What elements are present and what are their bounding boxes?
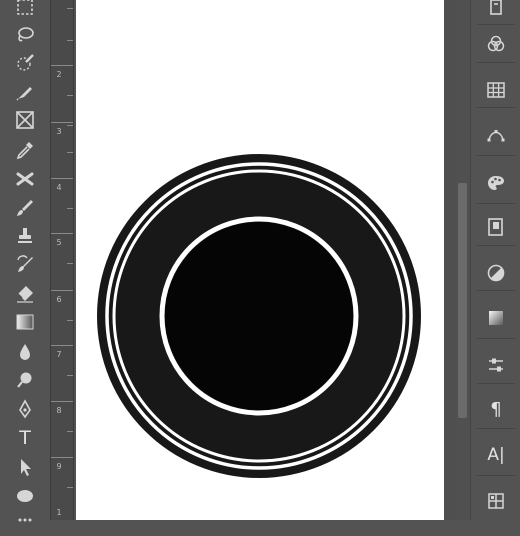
ruler-label: 9 xyxy=(56,462,62,471)
ruler-label: 8 xyxy=(56,406,62,415)
eraser-tool-icon[interactable] xyxy=(12,281,38,307)
ruler-label: 4 xyxy=(56,183,62,192)
ellipse-tool-icon[interactable] xyxy=(12,483,38,509)
ruler-label: 7 xyxy=(56,350,62,359)
ruler-label: 2 xyxy=(56,70,62,79)
rect-marquee-tool-icon[interactable] xyxy=(12,0,38,20)
clone-stamp-tool-icon[interactable] xyxy=(12,223,38,249)
eyedropper-tool-icon[interactable] xyxy=(12,137,38,163)
adjustments-icon[interactable] xyxy=(483,260,509,286)
center-disc xyxy=(165,222,353,410)
swatches-icon[interactable] xyxy=(483,77,509,103)
ruler-label: 6 xyxy=(56,295,62,304)
history-brush-tool-icon[interactable] xyxy=(12,252,38,278)
dodge-tool-icon[interactable] xyxy=(12,367,38,393)
canvas-artwork xyxy=(97,154,421,478)
blur-tool-icon[interactable] xyxy=(12,339,38,365)
vertical-ruler: 2 3 4 5 6 7 8 9 1 xyxy=(50,0,74,520)
character-glyph: A| xyxy=(487,445,505,465)
libraries-icon[interactable] xyxy=(483,214,509,240)
gradient-tool-icon[interactable] xyxy=(12,309,38,335)
type-tool-glyph: T xyxy=(19,427,31,449)
ruler-label: 3 xyxy=(56,127,62,136)
ruler-label: 1 xyxy=(56,508,62,517)
paragraph-icon[interactable]: ¶ xyxy=(483,396,509,422)
tools-panel: T xyxy=(0,0,48,522)
pen-tool-icon[interactable] xyxy=(12,396,38,422)
character-icon[interactable]: A| xyxy=(483,442,509,468)
type-tool-icon[interactable]: T xyxy=(12,425,38,451)
glyphs-icon[interactable] xyxy=(483,488,509,514)
lasso-tool-icon[interactable] xyxy=(12,22,38,48)
quick-selection-tool-icon[interactable] xyxy=(12,50,38,76)
pen-path-tool-icon[interactable] xyxy=(12,79,38,105)
ruler-label: 5 xyxy=(56,238,62,247)
layer-comps-icon[interactable] xyxy=(483,352,509,378)
color-icon[interactable] xyxy=(483,170,509,196)
canvas-right-gutter xyxy=(444,0,456,520)
healing-brush-tool-icon[interactable] xyxy=(12,166,38,192)
frame-tool-icon[interactable] xyxy=(12,107,38,133)
paths-icon[interactable] xyxy=(483,122,509,148)
paragraph-glyph: ¶ xyxy=(490,398,502,420)
properties-icon[interactable] xyxy=(483,0,509,20)
brush-tool-icon[interactable] xyxy=(12,195,38,221)
more-tools-icon[interactable] xyxy=(12,510,38,536)
document-canvas[interactable] xyxy=(76,0,444,520)
scrollbar-thumb[interactable] xyxy=(458,183,467,418)
channels-icon[interactable] xyxy=(483,31,509,57)
panel-dock: ¶ A| xyxy=(470,0,520,520)
path-selection-tool-icon[interactable] xyxy=(12,454,38,480)
gradients-icon[interactable] xyxy=(483,305,509,331)
